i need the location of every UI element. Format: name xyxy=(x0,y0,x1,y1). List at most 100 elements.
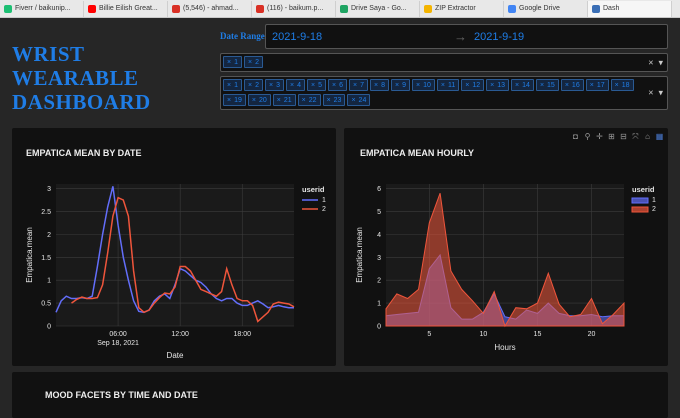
chip[interactable]: × 10 xyxy=(412,79,435,91)
chip[interactable]: × 13 xyxy=(486,79,510,91)
chip[interactable]: × 8 xyxy=(370,79,389,91)
y-tick-label: 3 xyxy=(47,186,51,193)
chevron-down-icon[interactable]: ▾ xyxy=(658,57,663,68)
chip[interactable]: × 16 xyxy=(560,79,584,91)
chip-label: 19 xyxy=(234,96,242,104)
remove-chip-icon[interactable]: × xyxy=(311,82,315,89)
remove-chip-icon[interactable]: × xyxy=(327,97,331,104)
remove-chip-icon[interactable]: × xyxy=(490,82,494,89)
remove-chip-icon[interactable]: × xyxy=(252,97,256,104)
browser-tab-active[interactable]: Dash xyxy=(588,0,672,17)
chip[interactable]: × 2 xyxy=(244,56,263,68)
y-axis-title: Empatica.mean xyxy=(25,227,34,283)
dash-icon xyxy=(592,4,600,13)
date-range-label: Date Range xyxy=(220,31,265,41)
chip[interactable]: × 9 xyxy=(391,79,410,91)
y-tick-label: 4 xyxy=(377,232,381,239)
browser-tab[interactable]: (5,546) - ahmad... xyxy=(168,0,252,17)
remove-chip-icon[interactable]: × xyxy=(277,97,281,104)
browser-tab[interactable]: Fiverr / baikunip... xyxy=(0,0,84,17)
remove-chip-icon[interactable]: × xyxy=(465,82,469,89)
chip-label: 18 xyxy=(621,81,630,89)
fiverr-icon xyxy=(4,4,12,13)
x-date-label: Sep 18, 2021 xyxy=(97,340,139,347)
chip[interactable]: × 3 xyxy=(265,79,284,91)
chip[interactable]: × 7 xyxy=(349,79,368,91)
legend-swatch xyxy=(631,206,649,213)
chip[interactable]: × 2 xyxy=(244,79,263,91)
chip[interactable]: × 22 xyxy=(297,94,321,106)
browser-tab[interactable]: Billie Eilish Great... xyxy=(84,0,168,17)
empatica-by-date-chart[interactable]: 0 0.5 1 1.5 2 2.5 3 06:00 12:00 18:00 Sep 18, 2021… xyxy=(12,128,336,366)
remove-chip-icon[interactable]: × xyxy=(590,82,594,89)
tab-label: Fiverr / baikunip... xyxy=(15,5,71,12)
remove-chip-icon[interactable]: × xyxy=(441,82,445,89)
remove-chip-icon[interactable]: × xyxy=(302,97,306,104)
title-line: DASHBOARD xyxy=(12,90,151,114)
remove-chip-icon[interactable]: × xyxy=(290,82,294,89)
gmail-icon xyxy=(256,4,264,13)
chip[interactable]: × 1 xyxy=(223,56,242,68)
chip[interactable]: × 6 xyxy=(328,79,347,91)
remove-chip-icon[interactable]: × xyxy=(248,59,252,66)
chip[interactable]: × 11 xyxy=(436,79,460,91)
chevron-down-icon[interactable]: ▾ xyxy=(658,88,663,99)
hour-dropdown[interactable]: × 1 × 2 × 3 × 4 × 5 × 6 × 7 × 8 × 9 × 10 × 11 × 12 × 13 × 14 × 15 × 16 ×… xyxy=(220,76,668,110)
end-date-input[interactable]: 2021-9-19 xyxy=(474,31,524,43)
remove-chip-icon[interactable]: × xyxy=(351,97,355,104)
browser-tab[interactable]: Drive Saya - Go... xyxy=(336,0,420,17)
chip[interactable]: × 12 xyxy=(461,79,485,91)
date-range-picker[interactable]: 2021-9-18 → 2021-9-19 xyxy=(265,24,668,49)
remove-chip-icon[interactable]: × xyxy=(374,82,378,89)
chip[interactable]: × 20 xyxy=(247,94,271,106)
drive-icon xyxy=(508,4,516,13)
clear-icon[interactable]: × xyxy=(648,88,653,99)
tab-label: Drive Saya - Go... xyxy=(351,5,407,12)
chip-label: 22 xyxy=(308,96,317,104)
y-tick-label: 6 xyxy=(377,186,381,193)
chip[interactable]: × 1 xyxy=(223,79,242,91)
chip[interactable]: × 15 xyxy=(535,79,559,91)
chip[interactable]: × 23 xyxy=(322,94,346,106)
chip-label: 14 xyxy=(522,81,530,89)
chip[interactable]: × 24 xyxy=(347,94,371,106)
chip[interactable]: × 21 xyxy=(272,94,296,106)
browser-tab[interactable]: (116) - baikum.p... xyxy=(252,0,336,17)
x-tick-label: 18:00 xyxy=(233,331,251,338)
browser-tab[interactable]: Google Drive xyxy=(504,0,588,17)
remove-chip-icon[interactable]: × xyxy=(332,82,336,89)
remove-chip-icon[interactable]: × xyxy=(515,82,519,89)
chip[interactable]: × 18 xyxy=(610,79,634,91)
chip[interactable]: × 14 xyxy=(511,79,534,91)
chip-label: 6 xyxy=(339,81,343,89)
remove-chip-icon[interactable]: × xyxy=(227,82,231,89)
remove-chip-icon[interactable]: × xyxy=(353,82,357,89)
remove-chip-icon[interactable]: × xyxy=(269,82,273,89)
x-tick-label: 20 xyxy=(588,331,596,338)
clear-icon[interactable]: × xyxy=(648,57,653,68)
userid-dropdown[interactable]: × 1 × 2 × ▾ xyxy=(220,53,668,72)
remove-chip-icon[interactable]: × xyxy=(565,82,569,89)
dashboard-page: WRIST WEARABLE DASHBOARD Date Range 2021… xyxy=(0,18,680,418)
browser-tab[interactable]: ZIP Extractor xyxy=(420,0,504,17)
chip-label: 1 xyxy=(234,58,238,66)
remove-chip-icon[interactable]: × xyxy=(615,82,619,89)
remove-chip-icon[interactable]: × xyxy=(540,82,544,89)
chip[interactable]: × 19 xyxy=(223,94,246,106)
chip-label: 1 xyxy=(234,81,238,89)
remove-chip-icon[interactable]: × xyxy=(395,82,399,89)
start-date-input[interactable]: 2021-9-18 xyxy=(272,31,322,43)
y-tick-label: 3 xyxy=(377,255,381,262)
remove-chip-icon[interactable]: × xyxy=(227,59,231,66)
remove-chip-icon[interactable]: × xyxy=(227,97,231,104)
empatica-hourly-chart[interactable]: 0 1 2 3 4 5 6 5 10 15 20 Hours Empatica.mean userid 1 2 xyxy=(344,128,668,366)
x-tick-label: 10 xyxy=(479,331,487,338)
x-tick-label: 15 xyxy=(534,331,542,338)
chip-label: 23 xyxy=(333,96,342,104)
remove-chip-icon[interactable]: × xyxy=(416,82,420,89)
chip[interactable]: × 5 xyxy=(307,79,326,91)
y-tick-label: 1.5 xyxy=(41,255,51,262)
chip[interactable]: × 4 xyxy=(286,79,305,91)
chip[interactable]: × 17 xyxy=(585,79,609,91)
remove-chip-icon[interactable]: × xyxy=(248,82,252,89)
